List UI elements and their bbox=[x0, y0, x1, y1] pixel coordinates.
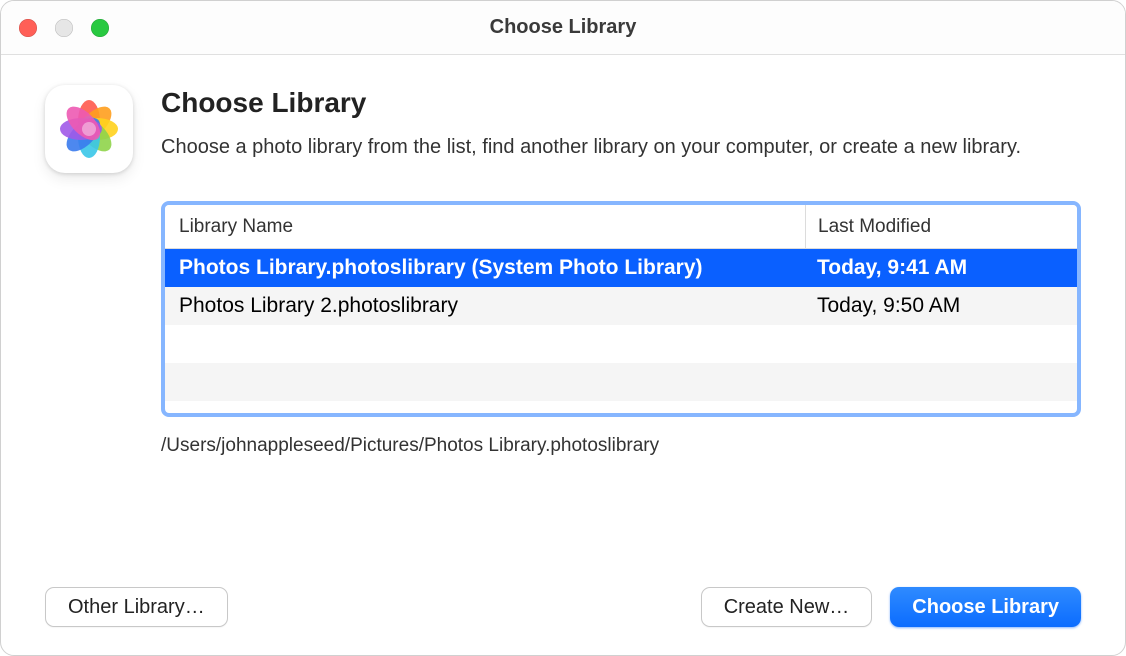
window-title: Choose Library bbox=[490, 16, 637, 39]
library-row-empty bbox=[165, 325, 1077, 363]
photos-app-icon bbox=[45, 85, 133, 173]
library-listbox[interactable]: Library Name Last Modified Photos Librar… bbox=[161, 201, 1081, 417]
library-row-modified: Today, 9:50 AM bbox=[805, 294, 1077, 318]
library-row-name: Photos Library.photoslibrary (System Pho… bbox=[165, 256, 805, 280]
library-list-area: Library Name Last Modified Photos Librar… bbox=[161, 201, 1081, 457]
library-row-empty bbox=[165, 363, 1077, 401]
title-bar: Choose Library bbox=[1, 1, 1125, 55]
create-new-button[interactable]: Create New… bbox=[701, 587, 873, 627]
dialog-content: Choose Library Choose a photo library fr… bbox=[1, 55, 1125, 457]
dialog-header: Choose Library Choose a photo library fr… bbox=[45, 85, 1081, 173]
window-controls bbox=[19, 1, 109, 54]
column-header-name[interactable]: Library Name bbox=[165, 216, 805, 238]
maximize-window-button[interactable] bbox=[91, 19, 109, 37]
column-header-modified[interactable]: Last Modified bbox=[805, 205, 1077, 248]
selected-library-path: /Users/johnappleseed/Pictures/Photos Lib… bbox=[161, 435, 1081, 457]
other-library-button[interactable]: Other Library… bbox=[45, 587, 228, 627]
library-row[interactable]: Photos Library 2.photoslibrary Today, 9:… bbox=[165, 287, 1077, 325]
close-window-button[interactable] bbox=[19, 19, 37, 37]
button-bar: Other Library… Create New… Choose Librar… bbox=[45, 587, 1081, 627]
choose-library-button[interactable]: Choose Library bbox=[890, 587, 1081, 627]
library-row-modified: Today, 9:41 AM bbox=[805, 256, 1077, 280]
dialog-description: Choose a photo library from the list, fi… bbox=[161, 133, 1081, 162]
library-row[interactable]: Photos Library.photoslibrary (System Pho… bbox=[165, 249, 1077, 287]
choose-library-window: Choose Library bbox=[0, 0, 1126, 656]
library-list-header: Library Name Last Modified bbox=[165, 205, 1077, 249]
minimize-window-button[interactable] bbox=[55, 19, 73, 37]
dialog-heading: Choose Library bbox=[161, 87, 1081, 119]
library-row-name: Photos Library 2.photoslibrary bbox=[165, 294, 805, 318]
